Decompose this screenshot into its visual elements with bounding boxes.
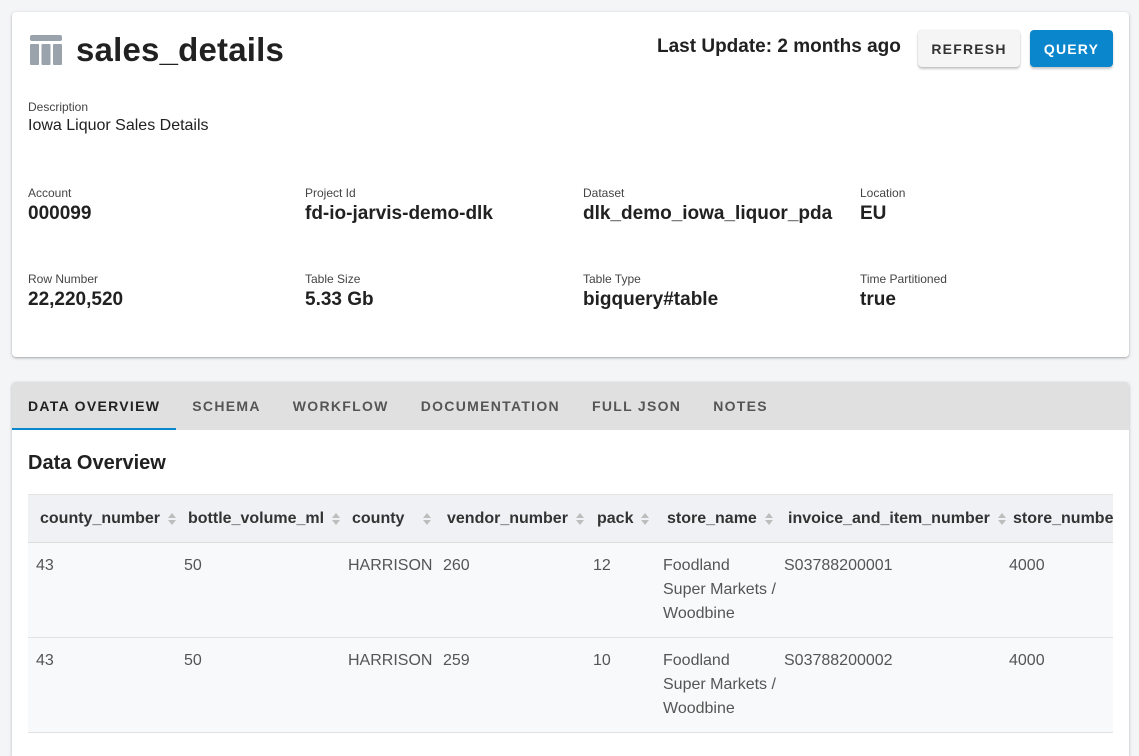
table-cell: 43 bbox=[28, 542, 176, 638]
table-cell: 12 bbox=[585, 542, 655, 638]
column-header-invoice-and-item-number[interactable]: invoice_and_item_number bbox=[776, 494, 1006, 543]
location-label: Location bbox=[860, 186, 906, 200]
table-cell: Foodland Super Markets / Woodbine bbox=[655, 542, 776, 638]
row-number-field: Row Number 22,220,520 bbox=[28, 272, 123, 311]
tab-notes[interactable]: NOTES bbox=[697, 382, 784, 430]
page-title: sales_details bbox=[76, 31, 285, 68]
data-overview-title: Data Overview bbox=[28, 452, 166, 474]
table-size-field: Table Size 5.33 Gb bbox=[305, 272, 374, 311]
data-overview-table: county_number bottle_volume_ml county ve… bbox=[28, 494, 1113, 733]
sort-icon[interactable] bbox=[575, 512, 585, 525]
sort-icon[interactable] bbox=[997, 512, 1007, 525]
account-value: 000099 bbox=[28, 203, 92, 224]
column-header-bottle-volume-ml[interactable]: bottle_volume_ml bbox=[176, 494, 341, 543]
table-header-row: county_number bottle_volume_ml county ve… bbox=[28, 494, 1113, 543]
table-size-value: 5.33 Gb bbox=[305, 289, 374, 310]
table-cell: HARRISON bbox=[340, 637, 435, 733]
table-icon bbox=[30, 35, 62, 65]
location-field: Location EU bbox=[860, 186, 905, 225]
table-cell: 43 bbox=[28, 637, 176, 733]
description-label: Description bbox=[28, 100, 89, 114]
table-type-field: Table Type bigquery#table bbox=[583, 272, 718, 311]
table-details-card: sales_details Last Update: 2 months ago … bbox=[12, 12, 1129, 357]
table-cell: S03788200001 bbox=[776, 542, 1001, 638]
column-header-store-number[interactable]: store_number bbox=[1001, 494, 1113, 543]
account-field: Account 000099 bbox=[28, 186, 91, 225]
refresh-button[interactable]: REFRESH bbox=[918, 30, 1020, 67]
column-header-label: store_number bbox=[1013, 509, 1113, 527]
query-button[interactable]: QUERY bbox=[1030, 30, 1113, 67]
table-cell: 4000 bbox=[1001, 542, 1113, 638]
sort-icon[interactable] bbox=[167, 512, 177, 525]
sort-icon[interactable] bbox=[422, 512, 432, 525]
tab-schema[interactable]: SCHEMA bbox=[176, 382, 276, 430]
column-header-county[interactable]: county bbox=[340, 494, 435, 543]
table-type-label: Table Type bbox=[583, 272, 641, 286]
table-cell: 260 bbox=[435, 542, 585, 638]
description-value: Iowa Liquor Sales Details bbox=[28, 117, 209, 134]
table-type-value: bigquery#table bbox=[583, 289, 719, 310]
table-cell: S03788200002 bbox=[776, 637, 1001, 733]
table-cell: HARRISON bbox=[340, 542, 435, 638]
data-overview-table-wrap[interactable]: county_number bottle_volume_ml county ve… bbox=[28, 494, 1113, 756]
location-value: EU bbox=[860, 203, 887, 224]
time-partitioned-label: Time Partitioned bbox=[860, 272, 947, 286]
time-partitioned-field: Time Partitioned true bbox=[860, 272, 947, 311]
tab-workflow[interactable]: WORKFLOW bbox=[277, 382, 405, 430]
sort-icon[interactable] bbox=[764, 512, 774, 525]
column-header-county-number[interactable]: county_number bbox=[28, 494, 177, 543]
time-partitioned-value: true bbox=[860, 289, 896, 310]
column-header-label: store_name bbox=[667, 509, 757, 527]
column-header-label: bottle_volume_ml bbox=[188, 509, 325, 527]
table-cell: 259 bbox=[435, 637, 585, 733]
column-header-label: vendor_number bbox=[447, 509, 568, 527]
row-number-label: Row Number bbox=[28, 272, 99, 286]
table-cell: 50 bbox=[176, 637, 340, 733]
table-cell: 10 bbox=[585, 637, 655, 733]
tab-data-overview[interactable]: DATA OVERVIEW bbox=[12, 382, 177, 430]
table-cell: 4000 bbox=[1001, 637, 1113, 733]
table-cell: 50 bbox=[176, 542, 340, 638]
tabs-panel: DATA OVERVIEW SCHEMA WORKFLOW DOCUMENTAT… bbox=[12, 382, 1129, 756]
project-id-field: Project Id fd-io-jarvis-demo-dlk bbox=[305, 186, 493, 225]
table-size-label: Table Size bbox=[305, 272, 361, 286]
description-field: Description Iowa Liquor Sales Details bbox=[28, 100, 209, 135]
tab-bar: DATA OVERVIEW SCHEMA WORKFLOW DOCUMENTAT… bbox=[12, 382, 1129, 430]
column-header-vendor-number[interactable]: vendor_number bbox=[435, 494, 585, 543]
title-row: sales_details bbox=[30, 30, 284, 70]
dataset-field: Dataset dlk_demo_iowa_liquor_pda bbox=[583, 186, 832, 225]
sort-icon[interactable] bbox=[331, 512, 341, 525]
account-label: Account bbox=[28, 186, 72, 200]
last-update-text: Last Update: 2 months ago bbox=[657, 36, 901, 57]
tab-full-json[interactable]: FULL JSON bbox=[576, 382, 697, 430]
project-id-value: fd-io-jarvis-demo-dlk bbox=[305, 203, 493, 224]
sort-icon[interactable] bbox=[640, 512, 650, 525]
table-row: 43 50 HARRISON 260 12 Foodland Super Mar… bbox=[28, 542, 1113, 638]
column-header-store-name[interactable]: store_name bbox=[655, 494, 776, 543]
row-number-value: 22,220,520 bbox=[28, 289, 124, 310]
column-header-pack[interactable]: pack bbox=[585, 494, 655, 543]
dataset-label: Dataset bbox=[583, 186, 625, 200]
column-header-label: county_number bbox=[40, 509, 161, 527]
project-id-label: Project Id bbox=[305, 186, 356, 200]
column-header-label: pack bbox=[597, 509, 634, 527]
column-header-label: county bbox=[352, 509, 405, 527]
tab-documentation[interactable]: DOCUMENTATION bbox=[405, 382, 576, 430]
table-cell: Foodland Super Markets / Woodbine bbox=[655, 637, 776, 733]
column-header-label: invoice_and_item_number bbox=[788, 509, 990, 527]
dataset-value: dlk_demo_iowa_liquor_pda bbox=[583, 203, 833, 224]
table-row: 43 50 HARRISON 259 10 Foodland Super Mar… bbox=[28, 637, 1113, 733]
